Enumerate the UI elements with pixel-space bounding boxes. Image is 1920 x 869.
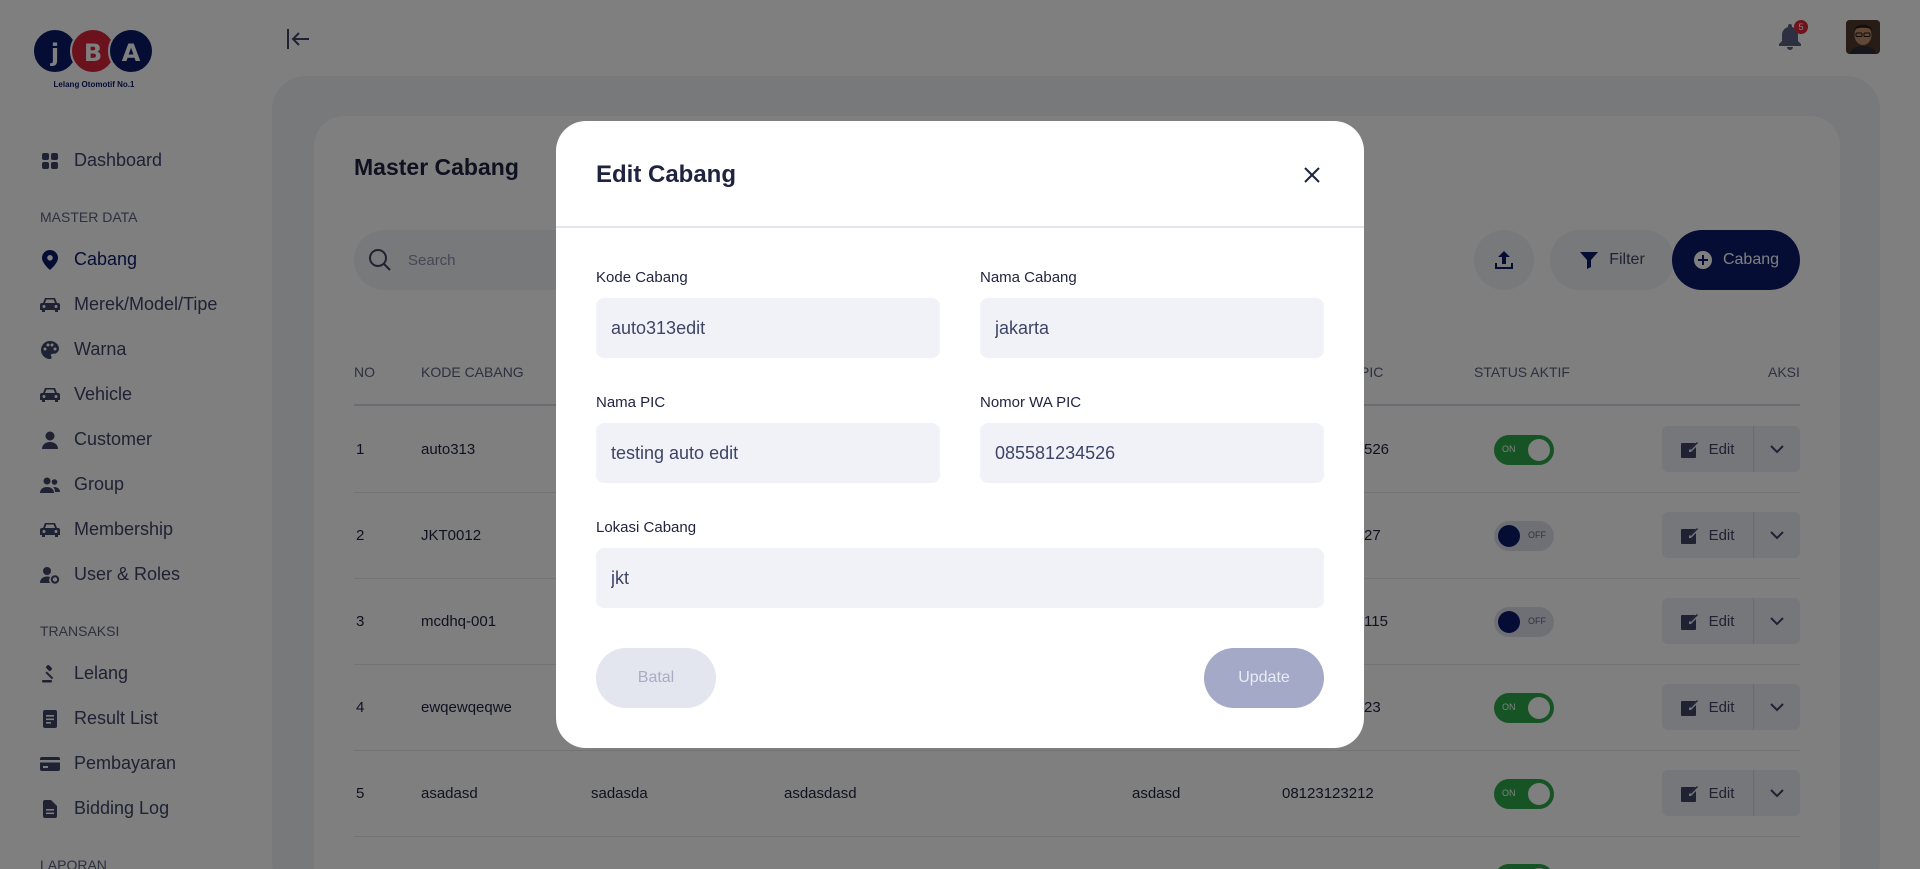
nama-cabang-label: Nama Cabang — [980, 269, 1077, 286]
modal-title: Edit Cabang — [596, 161, 737, 188]
modal-divider — [556, 226, 1364, 228]
cancel-button[interactable]: Batal — [596, 648, 716, 708]
nama-pic-label: Nama PIC — [596, 394, 666, 411]
edit-cabang-modal: Edit Cabang Kode Cabang Nama Cabang Nama… — [556, 121, 1364, 748]
close-button[interactable] — [1300, 163, 1324, 187]
lokasi-cabang-label: Lokasi Cabang — [596, 519, 697, 536]
kode-cabang-label: Kode Cabang — [596, 269, 688, 286]
nomor-wa-pic-field[interactable] — [980, 423, 1324, 483]
close-icon — [1304, 167, 1320, 183]
update-button[interactable]: Update — [1204, 648, 1324, 708]
nama-cabang-field[interactable] — [980, 298, 1324, 358]
lokasi-cabang-field[interactable] — [596, 548, 1324, 608]
kode-cabang-field[interactable] — [596, 298, 940, 358]
nama-pic-field[interactable] — [596, 423, 940, 483]
nomor-wa-pic-label: Nomor WA PIC — [980, 394, 1082, 411]
